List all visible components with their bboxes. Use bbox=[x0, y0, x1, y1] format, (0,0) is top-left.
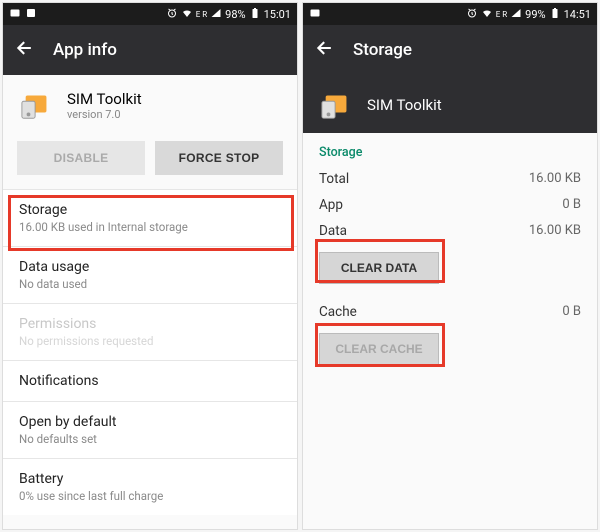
page-title: App info bbox=[53, 40, 117, 60]
app-name: SIM Toolkit bbox=[67, 90, 142, 108]
back-icon[interactable] bbox=[15, 38, 35, 63]
kv-value: 0 B bbox=[562, 304, 581, 320]
back-icon[interactable] bbox=[315, 38, 335, 63]
open-by-default-item[interactable]: Open by default No defaults set bbox=[3, 401, 297, 458]
data-usage-item[interactable]: Data usage No data used bbox=[3, 246, 297, 303]
alarm-icon bbox=[466, 7, 478, 22]
row-data: Data 16.00 KB bbox=[303, 218, 597, 244]
permissions-item: Permissions No permissions requested bbox=[3, 303, 297, 360]
network-label: E R bbox=[196, 10, 207, 19]
item-title: Permissions bbox=[19, 316, 281, 332]
item-subtitle: No data used bbox=[19, 277, 281, 291]
app-icon bbox=[19, 87, 55, 123]
battery-text: 98% bbox=[225, 8, 245, 21]
disable-button: DISABLE bbox=[17, 141, 145, 175]
clear-data-button[interactable]: CLEAR DATA bbox=[319, 252, 439, 284]
app-name: SIM Toolkit bbox=[367, 96, 442, 114]
row-app: App 0 B bbox=[303, 192, 597, 218]
item-subtitle: No permissions requested bbox=[19, 334, 281, 348]
battery-text: 99% bbox=[525, 8, 545, 21]
status-bar: E R 99% 14:51 bbox=[303, 3, 597, 25]
signal-icon bbox=[210, 7, 222, 22]
kv-value: 16.00 KB bbox=[529, 223, 581, 239]
notification-icon bbox=[25, 7, 37, 22]
network-label: E R bbox=[496, 10, 507, 19]
alarm-icon bbox=[166, 7, 178, 22]
force-stop-button[interactable]: FORCE STOP bbox=[155, 141, 283, 175]
item-subtitle: 0% use since last full charge bbox=[19, 489, 281, 503]
notification-icon bbox=[9, 7, 21, 22]
wifi-icon bbox=[181, 7, 193, 22]
item-title: Open by default bbox=[19, 414, 281, 430]
item-title: Storage bbox=[19, 202, 281, 218]
battery-icon bbox=[249, 7, 261, 22]
wifi-icon bbox=[481, 7, 493, 22]
screen-app-info: E R 98% 15:01 App info SIM Toolkit versi… bbox=[2, 2, 298, 530]
action-buttons: DISABLE FORCE STOP bbox=[3, 133, 297, 189]
app-header: SIM Toolkit version 7.0 bbox=[3, 75, 297, 133]
storage-item[interactable]: Storage 16.00 KB used in Internal storag… bbox=[3, 189, 297, 246]
app-version: version 7.0 bbox=[67, 108, 142, 121]
app-icon bbox=[319, 87, 355, 123]
app-bar: Storage bbox=[303, 25, 597, 75]
item-title: Notifications bbox=[19, 373, 281, 389]
battery-icon bbox=[549, 7, 561, 22]
clock-text: 14:51 bbox=[564, 8, 591, 21]
item-subtitle: No defaults set bbox=[19, 432, 281, 446]
row-total: Total 16.00 KB bbox=[303, 166, 597, 192]
battery-item[interactable]: Battery 0% use since last full charge bbox=[3, 458, 297, 515]
status-bar: E R 98% 15:01 bbox=[3, 3, 297, 25]
notifications-item[interactable]: Notifications bbox=[3, 360, 297, 401]
row-cache: Cache 0 B bbox=[303, 288, 597, 325]
app-header: SIM Toolkit bbox=[303, 75, 597, 133]
kv-value: 0 B bbox=[562, 197, 581, 213]
signal-icon bbox=[510, 7, 522, 22]
kv-label: Total bbox=[319, 171, 349, 187]
app-bar: App info bbox=[3, 25, 297, 75]
page-title: Storage bbox=[353, 40, 412, 60]
kv-label: Data bbox=[319, 223, 347, 239]
clock-text: 15:01 bbox=[264, 8, 291, 21]
kv-value: 16.00 KB bbox=[529, 171, 581, 187]
item-title: Data usage bbox=[19, 259, 281, 275]
notification-icon bbox=[309, 7, 321, 22]
clear-cache-button: CLEAR CACHE bbox=[319, 333, 439, 365]
screen-storage: E R 99% 14:51 Storage SIM Toolkit Storag… bbox=[302, 2, 598, 530]
section-label: Storage bbox=[303, 133, 597, 166]
kv-label: Cache bbox=[319, 304, 357, 320]
item-title: Battery bbox=[19, 471, 281, 487]
item-subtitle: 16.00 KB used in Internal storage bbox=[19, 220, 281, 234]
kv-label: App bbox=[319, 197, 343, 213]
